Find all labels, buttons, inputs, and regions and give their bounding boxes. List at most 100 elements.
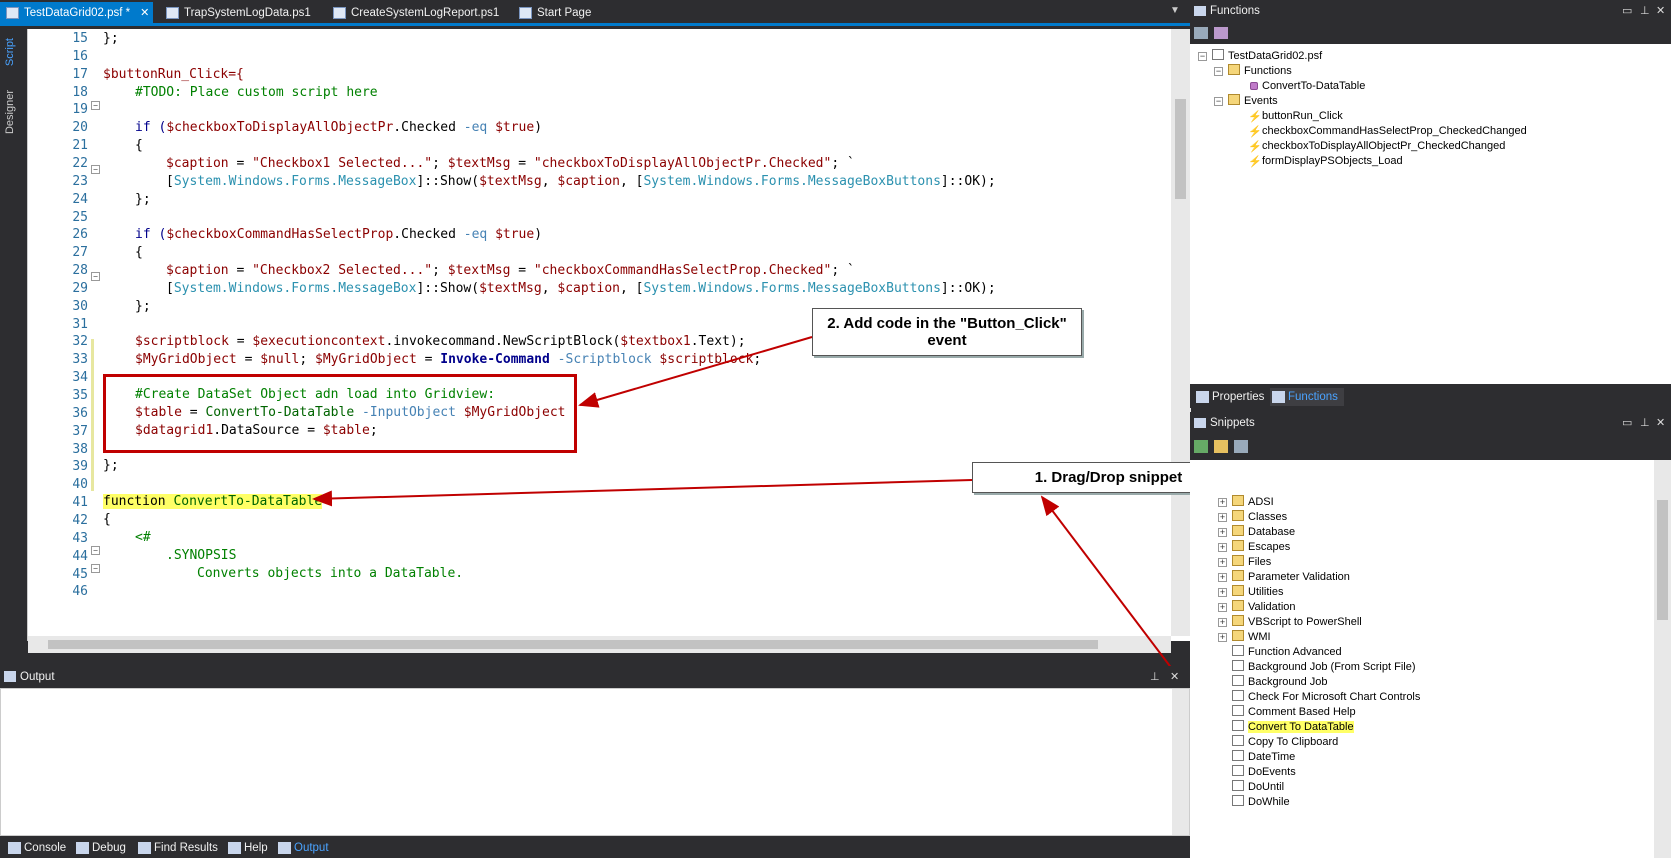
tab-help[interactable]: Help (226, 839, 268, 857)
snippets-toolbar (1190, 434, 1671, 460)
tree-function-item[interactable]: ConvertTo-DataTable (1250, 78, 1365, 94)
snippet-item[interactable]: DoUntil (1232, 779, 1284, 795)
folder-icon (1232, 540, 1244, 551)
expand-toggle[interactable]: + (1218, 498, 1227, 507)
expand-toggle[interactable]: + (1218, 558, 1227, 567)
tab-properties[interactable]: Properties (1194, 388, 1264, 406)
tree-root[interactable]: TestDataGrid02.psf (1212, 48, 1322, 64)
snippet-item[interactable]: Copy To Clipboard (1232, 734, 1338, 750)
help-icon (228, 842, 241, 854)
snippet-item[interactable]: Check For Microsoft Chart Controls (1232, 689, 1420, 705)
toolbar-icon[interactable] (1214, 27, 1228, 39)
debug-icon (76, 842, 89, 854)
functions-toolbar (1190, 22, 1671, 44)
functions-icon (1272, 391, 1285, 403)
bottom-tab-bar: Console Debug Find Results Help Output (0, 836, 1190, 858)
tree-event-item[interactable]: ⚡formDisplayPSObjects_Load (1248, 153, 1403, 169)
snippet-item[interactable]: DateTime (1232, 749, 1295, 765)
snippet-folder[interactable]: Database (1232, 524, 1295, 540)
pin-icon[interactable]: ⊥ (1150, 666, 1160, 688)
tree-event-item[interactable]: ⚡checkboxCommandHasSelectProp_CheckedCha… (1248, 123, 1527, 139)
snippet-item[interactable]: DoWhile (1232, 794, 1290, 810)
expand-toggle[interactable]: + (1218, 543, 1227, 552)
panel-tab-strip: Properties Functions (1190, 384, 1671, 408)
functions-tree[interactable]: − TestDataGrid02.psf − Functions Convert… (1190, 44, 1671, 384)
output-icon (4, 671, 16, 682)
folder-icon (1232, 615, 1244, 626)
tree-folder-events[interactable]: Events (1228, 93, 1278, 109)
snippet-item[interactable]: Comment Based Help (1232, 704, 1356, 720)
expand-toggle[interactable]: + (1218, 633, 1227, 642)
snippet-folder[interactable]: VBScript to PowerShell (1232, 614, 1362, 630)
snippet-file-icon (1232, 690, 1244, 701)
snippet-item[interactable]: Background Job (From Script File) (1232, 659, 1416, 675)
snippet-item[interactable]: Convert To DataTable (1232, 719, 1354, 735)
folder-icon (1232, 585, 1244, 596)
folder-icon (1232, 630, 1244, 641)
expand-toggle[interactable]: + (1218, 618, 1227, 627)
folder-icon (1232, 600, 1244, 611)
snippet-folder[interactable]: Classes (1232, 509, 1287, 525)
expand-toggle[interactable]: + (1218, 603, 1227, 612)
maximize-icon[interactable]: ▭ (1622, 0, 1632, 22)
snippets-panel-header: Snippets ▭ ⊥ ✕ (1190, 412, 1671, 434)
edit-snippet-icon[interactable] (1234, 440, 1248, 453)
output-title: Output (20, 671, 55, 683)
arrow-to-function (312, 479, 973, 507)
console-icon (8, 842, 21, 854)
tree-folder-functions[interactable]: Functions (1228, 63, 1292, 79)
tab-output[interactable]: Output (276, 839, 329, 857)
snippet-folder[interactable]: Files (1232, 554, 1271, 570)
properties-icon (1196, 391, 1209, 403)
snippet-file-icon (1232, 765, 1244, 776)
output-content[interactable] (0, 688, 1190, 836)
snippet-folder[interactable]: Validation (1232, 599, 1296, 615)
snippet-folder[interactable]: Utilities (1232, 584, 1283, 600)
maximize-icon[interactable]: ▭ (1622, 412, 1632, 434)
tab-functions[interactable]: Functions (1270, 388, 1344, 406)
folder-icon (1232, 495, 1244, 506)
snippet-folder[interactable]: Escapes (1232, 539, 1290, 555)
tab-console[interactable]: Console (6, 839, 66, 857)
snippet-file-icon (1232, 675, 1244, 686)
snippet-item[interactable]: DoEvents (1232, 764, 1296, 780)
snippet-folder[interactable]: WMI (1232, 629, 1271, 645)
snippet-file-icon (1232, 780, 1244, 791)
snippet-file-icon (1232, 705, 1244, 716)
expand-toggle[interactable]: + (1218, 588, 1227, 597)
close-icon[interactable]: ✕ (1170, 666, 1179, 688)
snippets-tree[interactable]: + ADSI + Classes + Database + Escapes + Files + Par… (1190, 460, 1671, 858)
refresh-icon[interactable] (1194, 440, 1208, 453)
snippet-folder[interactable]: Parameter Validation (1232, 569, 1350, 585)
snippet-item[interactable]: Function Advanced (1232, 644, 1342, 660)
expand-toggle[interactable]: + (1218, 573, 1227, 582)
tree-event-item[interactable]: ⚡checkboxToDisplayAllObjectPr_CheckedCha… (1248, 138, 1505, 154)
functions-panel-header: Functions ▭ ⊥ ✕ (1190, 0, 1671, 22)
tree-event-item[interactable]: ⚡buttonRun_Click (1248, 108, 1343, 124)
snippet-folder[interactable]: ADSI (1232, 494, 1274, 510)
snippet-file-icon (1232, 660, 1244, 671)
snippet-file-icon (1232, 750, 1244, 761)
snippet-file-icon (1232, 795, 1244, 806)
open-folder-icon[interactable] (1214, 440, 1228, 453)
pin-icon[interactable]: ⊥ (1640, 412, 1650, 434)
snippet-file-icon (1232, 720, 1244, 731)
tab-find-results[interactable]: Find Results (136, 839, 218, 857)
tab-debug[interactable]: Debug (74, 839, 126, 857)
expand-toggle[interactable]: + (1218, 528, 1227, 537)
arrow-to-code (578, 336, 813, 408)
folder-icon (1232, 510, 1244, 521)
snippet-file-icon (1232, 735, 1244, 746)
pin-icon[interactable]: ⊥ (1640, 0, 1650, 22)
close-icon[interactable]: ✕ (1656, 412, 1665, 434)
functions-icon (1194, 6, 1206, 16)
snippet-item[interactable]: Background Job (1232, 674, 1328, 690)
snippets-scrollbar[interactable] (1654, 460, 1671, 858)
close-icon[interactable]: ✕ (1656, 0, 1665, 22)
output-scrollbar[interactable] (1172, 689, 1189, 835)
expand-toggle[interactable]: + (1218, 513, 1227, 522)
snippets-icon (1194, 418, 1206, 428)
folder-icon (1232, 525, 1244, 536)
toolbar-icon[interactable] (1194, 27, 1208, 39)
folder-icon (1232, 555, 1244, 566)
